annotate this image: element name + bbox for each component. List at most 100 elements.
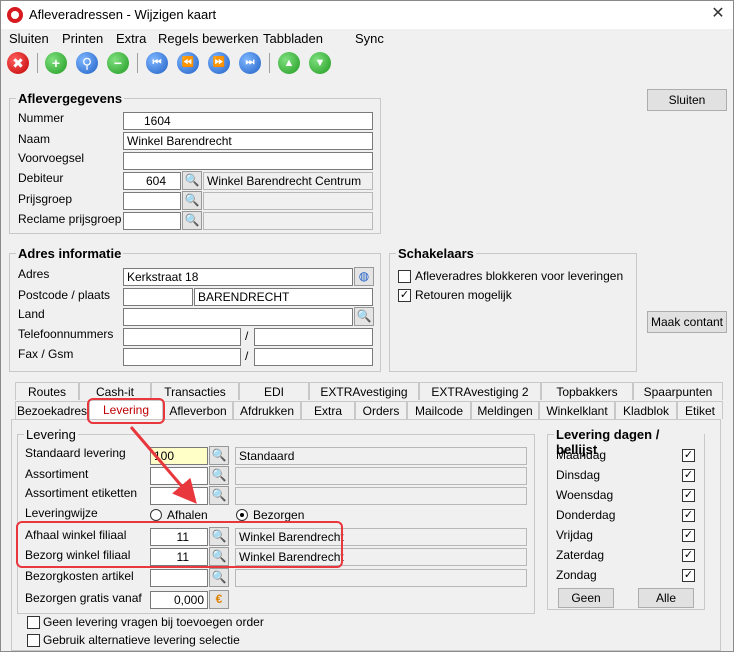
postcode-field[interactable] xyxy=(123,288,193,306)
tab-extravestiging[interactable]: EXTRAvestiging xyxy=(309,382,419,400)
fax-field[interactable] xyxy=(123,348,241,366)
prijsgroep-field[interactable] xyxy=(123,192,181,210)
prijsgroep-label: Prijsgroep xyxy=(18,192,73,206)
reclame-lookup-icon[interactable]: 🔍 xyxy=(182,211,202,230)
tab-topbakkers[interactable]: Topbakkers xyxy=(541,382,633,400)
land-label: Land xyxy=(18,307,45,321)
app-window: Afleveradressen - Wijzigen kaart ✕ Sluit… xyxy=(0,0,734,652)
telefoon-2-field[interactable] xyxy=(254,328,373,346)
day-checkbox-woensdag[interactable]: ✓ xyxy=(682,489,695,502)
alternatieve-levering-checkbox[interactable] xyxy=(27,634,40,647)
voorvoegsel-field[interactable] xyxy=(123,152,373,170)
assortiment-etiketten-lookup-icon[interactable]: 🔍 xyxy=(209,486,229,505)
nummer-label: Nummer xyxy=(18,111,65,125)
tab-meldingen[interactable]: Meldingen xyxy=(471,401,539,419)
sluiten-button[interactable]: Sluiten xyxy=(647,89,727,111)
day-checkbox-dinsdag[interactable]: ✓ xyxy=(682,469,695,482)
first-icon[interactable]: ⏮ xyxy=(146,52,168,74)
debiteur-lookup-icon[interactable]: 🔍 xyxy=(182,171,202,190)
prijsgroep-lookup-icon[interactable]: 🔍 xyxy=(182,191,202,210)
tab-extravestiging-2[interactable]: EXTRAvestiging 2 xyxy=(419,382,541,400)
toolbar: ✖ + ⚲ − ⏮ ⏪ ⏩ ⏭ ▲ ▼ xyxy=(1,49,733,79)
day-checkbox-zaterdag[interactable]: ✓ xyxy=(682,549,695,562)
day-label-zondag: Zondag xyxy=(556,568,597,582)
geen-button[interactable]: Geen xyxy=(558,588,614,608)
bezorgen-label: Bezorgen xyxy=(253,508,305,522)
bezorgkosten-lookup-icon[interactable]: 🔍 xyxy=(209,568,229,587)
geen-levering-vragen-checkbox[interactable] xyxy=(27,616,40,629)
alle-button[interactable]: Alle xyxy=(638,588,694,608)
tab-orders[interactable]: Orders xyxy=(355,401,407,419)
plaats-field[interactable]: BARENDRECHT xyxy=(194,288,373,306)
telefoon-label: Telefoonnummers xyxy=(18,327,114,341)
land-field[interactable] xyxy=(123,308,353,326)
tab-edi[interactable]: EDI xyxy=(239,382,309,400)
menu-extra[interactable]: Extra xyxy=(116,31,146,46)
reclame-naam xyxy=(203,212,373,230)
day-checkbox-zondag[interactable]: ✓ xyxy=(682,569,695,582)
tab-spaarpunten[interactable]: Spaarpunten xyxy=(633,382,723,400)
day-label-maandag: Maandag xyxy=(556,448,607,462)
euro-icon[interactable]: € xyxy=(209,590,229,609)
close-red-icon[interactable]: ✖ xyxy=(7,52,29,74)
search-icon[interactable]: ⚲ xyxy=(76,52,98,74)
levering-title: Levering xyxy=(24,427,78,442)
naam-field[interactable]: Winkel Barendrecht xyxy=(123,132,373,150)
naam-label: Naam xyxy=(18,132,51,146)
menu-regels-bewerken[interactable]: Regels bewerken xyxy=(158,31,258,46)
menu-sync[interactable]: Sync xyxy=(355,31,384,46)
afhalen-radio[interactable] xyxy=(150,509,162,521)
leveringwijze-label: Leveringwijze xyxy=(25,506,98,520)
tab-afleverbon[interactable]: Afleverbon xyxy=(163,401,233,419)
assortiment-lookup-icon[interactable]: 🔍 xyxy=(209,466,229,485)
telefoon-1-field[interactable] xyxy=(123,328,241,346)
window-close-button[interactable]: ✕ xyxy=(707,3,729,25)
day-checkbox-donderdag[interactable]: ✓ xyxy=(682,509,695,522)
last-icon[interactable]: ⏭ xyxy=(239,52,261,74)
tab-winkelklant[interactable]: Winkelklant xyxy=(539,401,615,419)
tab-transacties[interactable]: Transacties xyxy=(151,382,239,400)
blokkeren-checkbox[interactable] xyxy=(398,270,411,283)
debiteur-naam: Winkel Barendrecht Centrum xyxy=(203,172,373,190)
menu-printen[interactable]: Printen xyxy=(62,31,103,46)
nummer-field[interactable]: 1604 xyxy=(123,112,373,130)
tab-extra[interactable]: Extra xyxy=(301,401,355,419)
down-icon[interactable]: ▼ xyxy=(309,52,331,74)
land-lookup-icon[interactable]: 🔍 xyxy=(354,307,374,326)
bezorgen-radio[interactable] xyxy=(236,509,248,521)
next-icon[interactable]: ⏩ xyxy=(208,52,230,74)
blokkeren-label: Afleveradres blokkeren voor leveringen xyxy=(415,269,624,283)
up-icon[interactable]: ▲ xyxy=(278,52,300,74)
tab-kladblok[interactable]: Kladblok xyxy=(615,401,677,419)
menu-tabbladen[interactable]: Tabbladen xyxy=(263,31,323,46)
prev-icon[interactable]: ⏪ xyxy=(177,52,199,74)
retouren-checkbox[interactable]: ✓ xyxy=(398,289,411,302)
fax-separator: / xyxy=(245,349,249,363)
tab-afdrukken[interactable]: Afdrukken xyxy=(233,401,301,419)
day-checkbox-maandag[interactable]: ✓ xyxy=(682,449,695,462)
reclame-prijsgroep-field[interactable] xyxy=(123,212,181,230)
tab-bezoekadres[interactable]: Bezoekadres xyxy=(15,401,89,419)
adres-field[interactable]: Kerkstraat 18 xyxy=(123,268,353,286)
day-label-zaterdag: Zaterdag xyxy=(556,548,605,562)
bezorgkosten-label: Bezorgkosten artikel xyxy=(25,569,134,583)
menu-sluiten[interactable]: Sluiten xyxy=(9,31,49,46)
standaard-lookup-icon[interactable]: 🔍 xyxy=(209,446,229,465)
tab-etiket[interactable]: Etiket xyxy=(677,401,723,419)
add-icon[interactable]: + xyxy=(45,52,67,74)
gratis-vanaf-label: Bezorgen gratis vanaf xyxy=(25,591,142,605)
remove-icon[interactable]: − xyxy=(107,52,129,74)
tab-routes[interactable]: Routes xyxy=(15,382,79,400)
gsm-field[interactable] xyxy=(254,348,373,366)
tab-mailcode[interactable]: Mailcode xyxy=(407,401,471,419)
day-checkbox-vrijdag[interactable]: ✓ xyxy=(682,529,695,542)
debiteur-field[interactable]: 604 xyxy=(123,172,181,190)
maak-contant-button[interactable]: Maak contant xyxy=(647,311,727,333)
bezorgkosten-naam xyxy=(235,569,527,587)
bezorgkosten-field[interactable] xyxy=(150,569,208,587)
gratis-vanaf-field[interactable]: 0,000 xyxy=(150,591,208,609)
postcode-label: Postcode / plaats xyxy=(18,288,111,302)
window-title: Afleveradressen - Wijzigen kaart xyxy=(29,7,217,22)
globe-icon[interactable]: ◍ xyxy=(354,267,374,286)
adres-label: Adres xyxy=(18,267,50,281)
